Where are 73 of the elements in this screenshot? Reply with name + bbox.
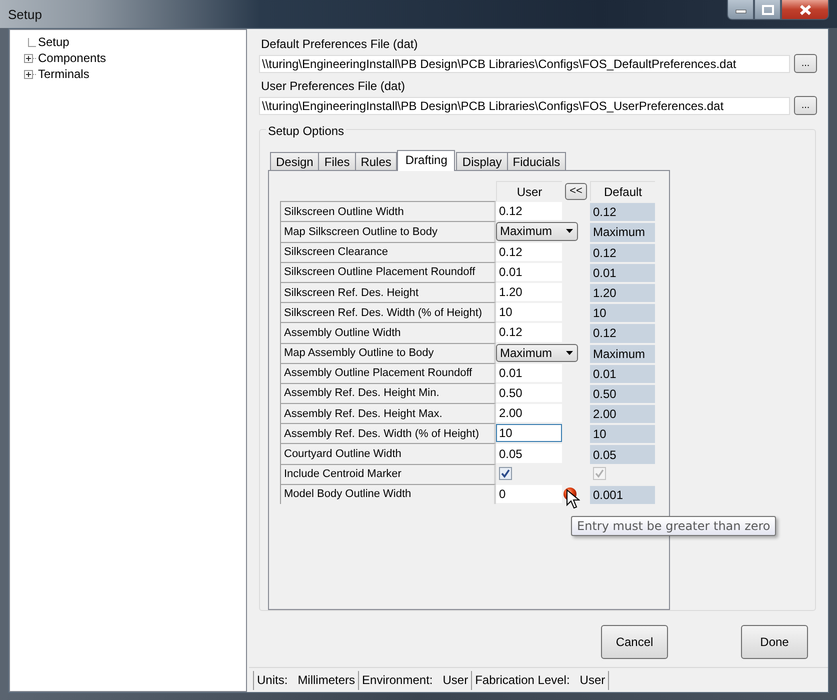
value-field[interactable]: 0.12: [496, 242, 562, 261]
default-value: 10: [590, 303, 655, 322]
default-value: 0.50: [590, 384, 655, 404]
maximize-button[interactable]: [754, 0, 781, 20]
copy-defaults-button[interactable]: <<: [565, 182, 587, 200]
value-field[interactable]: 0.05: [496, 444, 562, 463]
close-button[interactable]: [781, 0, 829, 20]
caret-icon: [566, 350, 573, 355]
status-value: User: [442, 673, 468, 688]
value-field[interactable]: 0.12: [496, 202, 562, 220]
value-field[interactable]: 1.20: [496, 282, 562, 302]
setting-label: Map Silkscreen Outline to Body: [280, 221, 496, 242]
default-value: 1.20: [590, 282, 655, 302]
tab[interactable]: Files: [318, 152, 356, 171]
value-field[interactable]: 0: [496, 484, 562, 503]
value-field[interactable]: 2.00: [496, 404, 562, 422]
caret-icon: [566, 229, 573, 234]
default-value: 0.05: [590, 444, 655, 464]
expand-icon[interactable]: [24, 70, 36, 78]
column-header: User: [496, 181, 562, 202]
cursor-icon: [566, 489, 580, 509]
setting-label: Include Centroid Marker: [280, 464, 496, 484]
browse-button[interactable]: ...: [794, 54, 817, 73]
field-label: Default Preferences File (dat): [261, 37, 419, 51]
checkbox[interactable]: [499, 467, 512, 480]
window-title: Setup: [8, 6, 42, 22]
tooltip: Entry must be greater than zero: [571, 516, 776, 536]
status-value: User: [580, 673, 606, 688]
default-value: 10: [590, 424, 655, 444]
value-field[interactable]: 0.50: [496, 384, 562, 402]
file-path-field[interactable]: \\turing\EngineeringInstall\PB Design\PCB Libraries\Configs\FOS_DefaultPreferences.dat: [259, 54, 790, 72]
default-value: 0.001: [590, 484, 655, 504]
minimize-button[interactable]: [727, 0, 754, 20]
tab[interactable]: Drafting: [397, 150, 456, 171]
default-value: 2.00: [590, 404, 655, 424]
setting-label: Map Assembly Outline to Body: [280, 342, 496, 363]
maximize-icon: [762, 4, 774, 14]
value-field[interactable]: 0.01: [496, 364, 562, 382]
default-value: 0.01: [590, 262, 655, 282]
default-value: Maximum: [590, 222, 655, 242]
tree-item[interactable]: Terminals: [36, 67, 92, 81]
tab[interactable]: Design: [270, 152, 320, 171]
dropdown[interactable]: Maximum: [496, 222, 578, 241]
expand-icon[interactable]: [24, 54, 36, 62]
tab[interactable]: Display: [456, 152, 508, 171]
file-path-field[interactable]: \\turing\EngineeringInstall\PB Design\PCB Libraries\Configs\FOS_UserPreferences.dat: [259, 96, 790, 114]
value-field[interactable]: 10: [496, 424, 562, 442]
default-value: 0.01: [590, 364, 655, 383]
status-label: Environment:: [362, 673, 433, 688]
default-value: 0.12: [590, 202, 655, 222]
field-label: User Preferences File (dat): [261, 79, 406, 93]
dropdown-value: Maximum: [500, 224, 552, 238]
group-title: Setup Options: [266, 124, 346, 138]
value-field[interactable]: 0.12: [496, 323, 562, 342]
status-label: Units:: [257, 673, 288, 688]
dropdown-value: Maximum: [500, 346, 552, 360]
value-field[interactable]: 0.01: [496, 262, 562, 281]
tab[interactable]: Fiducials: [506, 152, 566, 171]
dropdown[interactable]: Maximum: [496, 344, 578, 362]
tree-item[interactable]: Components: [36, 51, 108, 65]
close-icon: [798, 4, 812, 16]
default-value: 0.12: [590, 242, 655, 262]
value-field[interactable]: 10: [496, 303, 562, 322]
tree-item[interactable]: Setup: [36, 35, 72, 49]
dialog-button[interactable]: Cancel: [601, 625, 668, 660]
tab[interactable]: Rules: [354, 152, 398, 171]
default-value: 0.12: [590, 323, 655, 342]
browse-button[interactable]: ...: [794, 96, 817, 115]
status-label: Fabrication Level:: [475, 673, 570, 688]
column-header: Default: [590, 181, 655, 202]
default-value: Maximum: [590, 344, 655, 363]
dialog-button[interactable]: Done: [741, 625, 808, 660]
status-value: Millimeters: [298, 673, 356, 688]
